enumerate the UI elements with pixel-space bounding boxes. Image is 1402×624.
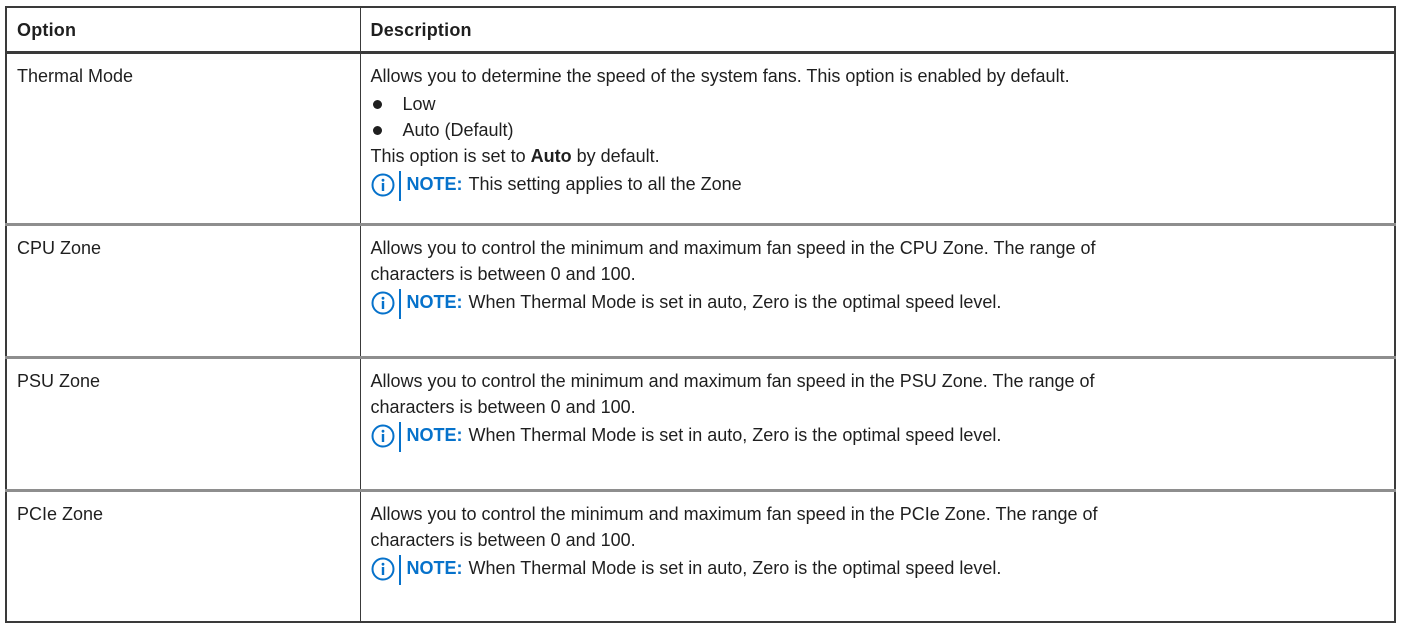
- table-row-pcie-zone: PCIe Zone Allows you to control the mini…: [5, 488, 1396, 622]
- note-divider: [398, 288, 401, 319]
- table-row-thermal-mode: Thermal Mode Allows you to determine the…: [5, 52, 1396, 224]
- table-row-psu-zone: PSU Zone Allows you to control the minim…: [5, 355, 1396, 490]
- note-label: NOTE:: [406, 291, 463, 312]
- info-circle-icon: [371, 173, 394, 196]
- description-text: characters is between 0 and 100.: [370, 396, 636, 417]
- description-cell: Allows you to determine the speed of the…: [359, 52, 1396, 224]
- list-item-label: Low: [402, 93, 436, 114]
- description-text: Allows you to control the minimum and ma…: [370, 370, 1095, 391]
- description-cell: Allows you to control the minimum and ma…: [359, 488, 1396, 622]
- note-block: NOTE: When Thermal Mode is set in auto, …: [371, 421, 1385, 452]
- note-divider: [398, 554, 401, 585]
- info-circle-icon: [371, 557, 394, 580]
- default-setting-suffix: by default.: [571, 145, 660, 166]
- table-row-cpu-zone: CPU Zone Allows you to control the minim…: [5, 222, 1396, 357]
- option-cell: Thermal Mode: [5, 52, 361, 224]
- note-text: When Thermal Mode is set in auto, Zero i…: [468, 557, 1002, 578]
- description-text: Allows you to control the minimum and ma…: [370, 237, 1096, 258]
- description-text: Allows you to control the minimum and ma…: [370, 503, 1098, 524]
- description-cell: Allows you to control the minimum and ma…: [359, 355, 1396, 490]
- description-cell: Allows you to control the minimum and ma…: [359, 222, 1396, 357]
- note-label: NOTE:: [406, 557, 463, 578]
- note-text: When Thermal Mode is set in auto, Zero i…: [468, 424, 1002, 445]
- default-setting-text: This option is set to Auto by default.: [371, 143, 1385, 169]
- option-cell: CPU Zone: [5, 222, 361, 357]
- table-header-row: Option Description: [5, 7, 1396, 54]
- note-text: When Thermal Mode is set in auto, Zero i…: [468, 291, 1002, 312]
- description-text: characters is between 0 and 100.: [370, 263, 636, 284]
- option-cell: PCIe Zone: [5, 488, 361, 622]
- list-item: Auto (Default): [371, 117, 1385, 143]
- info-circle-icon: [371, 424, 394, 447]
- default-setting-value: Auto: [530, 145, 572, 166]
- note-block: NOTE: When Thermal Mode is set in auto, …: [371, 288, 1385, 319]
- default-setting-prefix: This option is set to: [370, 145, 531, 166]
- list-item-label: Auto (Default): [402, 119, 514, 140]
- options-table: Option Description Thermal Mode Allows y…: [5, 6, 1396, 623]
- description-text: Allows you to determine the speed of the…: [370, 65, 1070, 86]
- description-text: characters is between 0 and 100.: [370, 529, 636, 550]
- note-block: NOTE: This setting applies to all the Zo…: [371, 170, 1385, 201]
- list-item: Low: [371, 91, 1385, 117]
- option-cell: PSU Zone: [5, 355, 361, 490]
- note-label: NOTE:: [406, 173, 463, 194]
- note-label: NOTE:: [406, 424, 463, 445]
- bullet-icon: [372, 99, 382, 109]
- info-circle-icon: [371, 291, 394, 314]
- note-text: This setting applies to all the Zone: [468, 173, 742, 194]
- note-block: NOTE: When Thermal Mode is set in auto, …: [371, 554, 1385, 585]
- note-divider: [398, 421, 401, 452]
- note-divider: [398, 170, 401, 201]
- column-header-description: Description: [359, 7, 1396, 54]
- bullet-icon: [372, 125, 382, 135]
- bullet-list: Low Auto (Default): [371, 91, 1385, 143]
- column-header-option: Option: [5, 7, 361, 54]
